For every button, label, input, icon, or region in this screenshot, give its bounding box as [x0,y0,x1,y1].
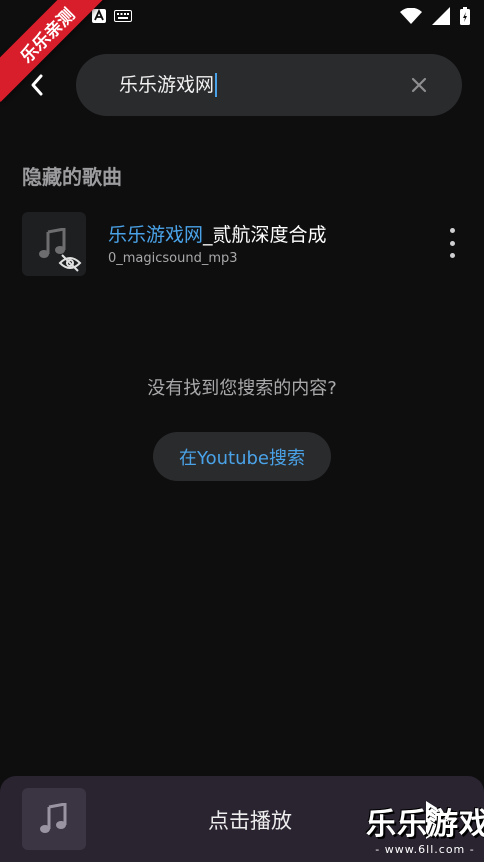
search-input[interactable]: 乐乐游戏网 [76,54,462,116]
chevron-left-icon [31,74,43,96]
youtube-search-button[interactable]: 在Youtube搜索 [153,432,331,481]
hidden-eye-icon [58,254,82,272]
wifi-icon [400,8,422,24]
more-dot-icon [449,240,455,246]
youtube-search-label: 在Youtube搜索 [179,447,305,469]
song-thumbnail [22,212,86,276]
song-title-highlight: 乐乐游戏网 [108,224,204,246]
song-subtitle: 0_magicsound_mp3 [108,251,238,266]
watermark-logo: 乐乐游戏 - www.6ll.com - [366,808,484,862]
song-title-rest: _贰航深度合成 [203,224,327,246]
search-input-value[interactable]: 乐乐游戏网 [119,73,218,97]
a-notification-icon [92,9,106,23]
signal-icon [432,7,450,25]
song-title: 乐乐游戏网_贰航深度合成 [108,220,327,247]
more-dot-icon [449,228,455,233]
status-right-icons [400,7,470,25]
clear-search-icon[interactable] [410,76,428,94]
watermark-url: - www.6ll.com - [375,843,475,856]
back-button[interactable] [22,68,52,102]
status-left-icons [92,9,132,23]
more-dot-icon [449,253,455,258]
section-title: 隐藏的歌曲 [22,165,122,189]
keyboard-icon [114,10,132,22]
battery-icon [460,7,470,25]
empty-message: 没有找到您搜索的内容? [147,378,337,399]
song-list-item[interactable]: 乐乐游戏网_贰航深度合成 0_magicsound_mp3 [0,206,484,282]
more-options-button[interactable] [440,228,464,258]
watermark-main: 乐乐游戏 [366,807,484,842]
